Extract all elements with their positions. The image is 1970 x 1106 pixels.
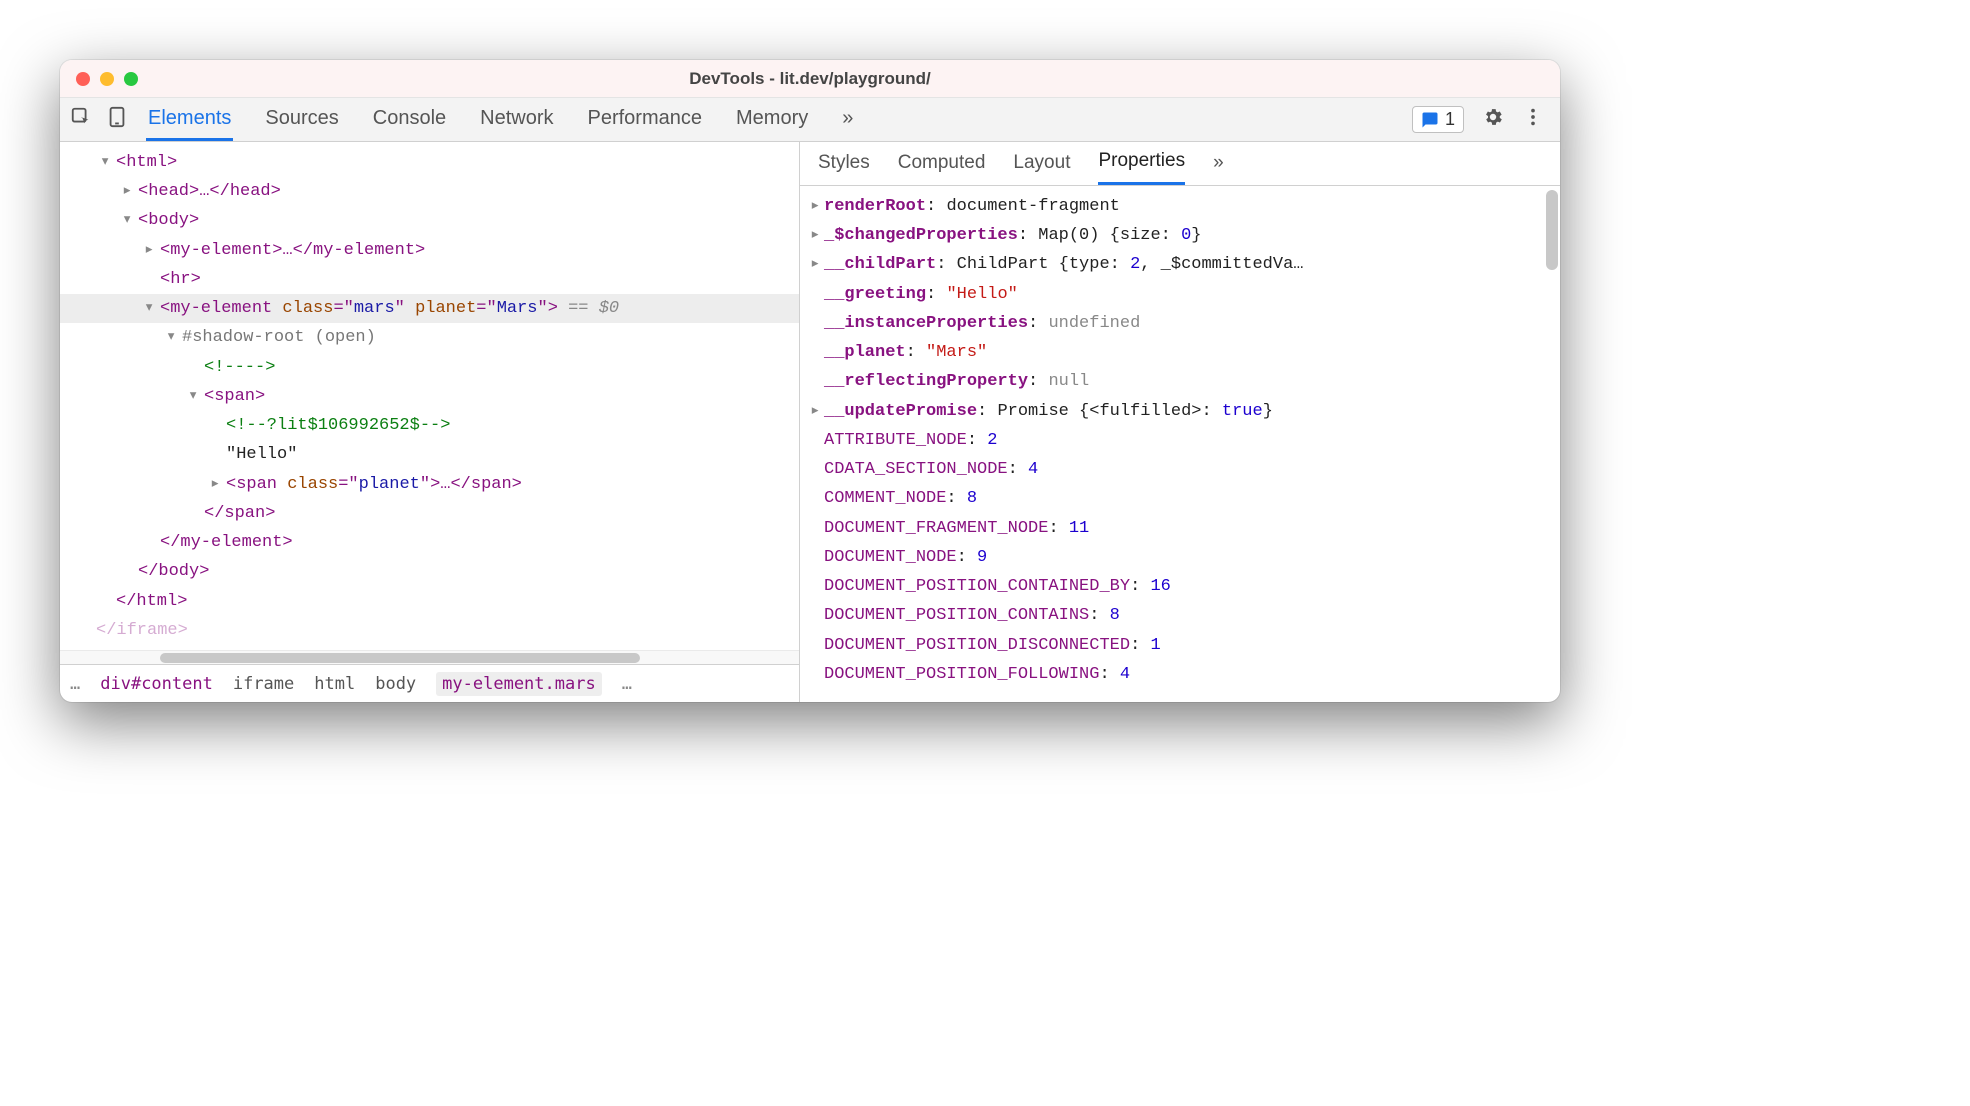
dom-node[interactable]: <html> bbox=[60, 148, 799, 177]
crumb[interactable]: iframe bbox=[233, 674, 294, 694]
side-tabs: Styles Computed Layout Properties » bbox=[800, 142, 1560, 186]
dom-shadow-root[interactable]: #shadow-root (open) bbox=[60, 323, 799, 352]
dom-node[interactable]: <span> bbox=[60, 382, 799, 411]
tab-console[interactable]: Console bbox=[371, 99, 448, 141]
dom-node[interactable]: <hr> bbox=[60, 265, 799, 294]
tab-performance[interactable]: Performance bbox=[586, 99, 705, 141]
tab-network[interactable]: Network bbox=[478, 99, 555, 141]
dom-tree[interactable]: <html> <head>…</head> <body> <my-element… bbox=[60, 142, 799, 650]
crumb[interactable]: div#content bbox=[100, 674, 213, 694]
side-tab-styles[interactable]: Styles bbox=[818, 152, 870, 184]
property-row[interactable]: renderRoot: document-fragment bbox=[810, 192, 1554, 221]
property-row[interactable]: DOCUMENT_NODE: 9 bbox=[810, 543, 1554, 572]
property-row[interactable]: DOCUMENT_POSITION_DISCONNECTED: 1 bbox=[810, 631, 1554, 660]
gear-icon[interactable] bbox=[1482, 106, 1504, 133]
vertical-scrollbar[interactable] bbox=[1546, 190, 1558, 270]
dom-node[interactable]: </my-element> bbox=[60, 528, 799, 557]
content-area: <html> <head>…</head> <body> <my-element… bbox=[60, 142, 1560, 702]
properties-list[interactable]: renderRoot: document-fragment_$changedPr… bbox=[800, 186, 1560, 702]
property-row[interactable]: CDATA_SECTION_NODE: 4 bbox=[810, 455, 1554, 484]
property-row[interactable]: DOCUMENT_POSITION_CONTAINS: 8 bbox=[810, 601, 1554, 630]
devtools-window: DevTools - lit.dev/playground/ Elements … bbox=[60, 60, 1560, 702]
tab-memory[interactable]: Memory bbox=[734, 99, 810, 141]
property-row[interactable]: __planet: "Mars" bbox=[810, 338, 1554, 367]
property-row[interactable]: __greeting: "Hello" bbox=[810, 280, 1554, 309]
horizontal-scrollbar[interactable] bbox=[60, 650, 799, 664]
tab-elements[interactable]: Elements bbox=[146, 99, 233, 141]
breadcrumb-prev[interactable]: … bbox=[70, 674, 80, 694]
breadcrumb: … div#content iframe html body my-elemen… bbox=[60, 664, 799, 702]
dom-node[interactable]: </body> bbox=[60, 557, 799, 586]
inspect-icon[interactable] bbox=[70, 106, 92, 133]
dom-node[interactable]: <body> bbox=[60, 206, 799, 235]
crumb[interactable]: html bbox=[314, 674, 355, 694]
issues-badge[interactable]: 1 bbox=[1412, 106, 1464, 133]
side-tab-properties[interactable]: Properties bbox=[1098, 150, 1185, 185]
property-row[interactable]: _$changedProperties: Map(0) {size: 0} bbox=[810, 221, 1554, 250]
scroll-thumb[interactable] bbox=[160, 653, 640, 663]
dom-node[interactable]: <!--?lit$106992652$--> bbox=[60, 411, 799, 440]
property-row[interactable]: COMMENT_NODE: 8 bbox=[810, 484, 1554, 513]
side-tab-computed[interactable]: Computed bbox=[898, 152, 986, 184]
window-title: DevTools - lit.dev/playground/ bbox=[60, 69, 1560, 89]
property-row[interactable]: __childPart: ChildPart {type: 2, _$commi… bbox=[810, 250, 1554, 279]
property-row[interactable]: DOCUMENT_POSITION_FOLLOWING: 4 bbox=[810, 660, 1554, 689]
tab-sources[interactable]: Sources bbox=[263, 99, 340, 141]
main-toolbar: Elements Sources Console Network Perform… bbox=[60, 98, 1560, 142]
property-row[interactable]: DOCUMENT_POSITION_CONTAINED_BY: 16 bbox=[810, 572, 1554, 601]
side-tab-more[interactable]: » bbox=[1213, 152, 1224, 184]
property-row[interactable]: DOCUMENT_FRAGMENT_NODE: 11 bbox=[810, 514, 1554, 543]
property-row[interactable]: __instanceProperties: undefined bbox=[810, 309, 1554, 338]
dom-node-selected[interactable]: <my-element class="mars" planet="Mars"> … bbox=[60, 294, 799, 323]
dom-node[interactable]: <my-element>…</my-element> bbox=[60, 236, 799, 265]
more-icon[interactable] bbox=[1522, 106, 1544, 133]
side-tab-layout[interactable]: Layout bbox=[1013, 152, 1070, 184]
issues-count: 1 bbox=[1445, 109, 1455, 130]
device-toggle-icon[interactable] bbox=[106, 106, 128, 133]
elements-panel: <html> <head>…</head> <body> <my-element… bbox=[60, 142, 800, 702]
breadcrumb-next[interactable]: … bbox=[622, 674, 632, 694]
tab-more[interactable]: » bbox=[840, 99, 855, 141]
crumb-selected[interactable]: my-element.mars bbox=[436, 672, 602, 696]
titlebar: DevTools - lit.dev/playground/ bbox=[60, 60, 1560, 98]
main-tabs: Elements Sources Console Network Perform… bbox=[146, 99, 1412, 141]
dom-node[interactable]: </span> bbox=[60, 499, 799, 528]
property-row[interactable]: ATTRIBUTE_NODE: 2 bbox=[810, 426, 1554, 455]
crumb[interactable]: body bbox=[375, 674, 416, 694]
dom-node[interactable]: <span class="planet">…</span> bbox=[60, 470, 799, 499]
property-row[interactable]: __reflectingProperty: null bbox=[810, 367, 1554, 396]
sidebar-panel: Styles Computed Layout Properties » rend… bbox=[800, 142, 1560, 702]
dom-node[interactable]: </html> bbox=[60, 587, 799, 616]
property-row[interactable]: __updatePromise: Promise {<fulfilled>: t… bbox=[810, 397, 1554, 426]
dom-node[interactable]: </iframe> bbox=[60, 616, 799, 645]
dom-node[interactable]: "Hello" bbox=[60, 440, 799, 469]
dom-node[interactable]: <head>…</head> bbox=[60, 177, 799, 206]
dom-node[interactable]: <!----> bbox=[60, 353, 799, 382]
